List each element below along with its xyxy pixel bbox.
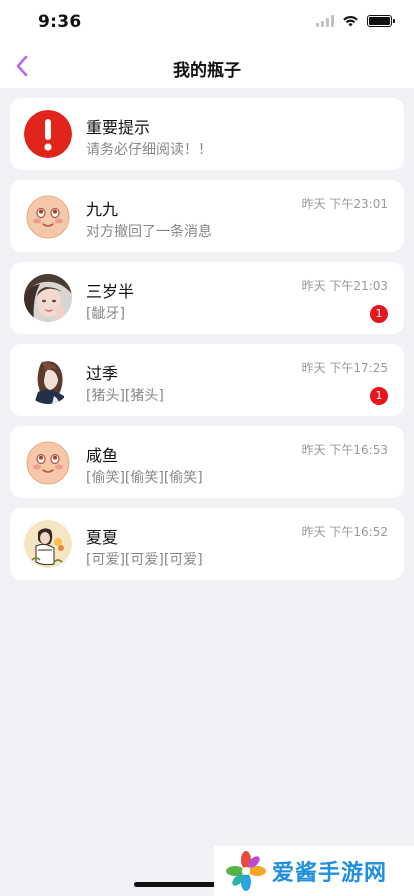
unread-badge: 1 bbox=[370, 387, 388, 405]
girl-photo-avatar bbox=[24, 274, 72, 322]
conversation-item[interactable]: 夏夏 [可爱][可爱][可爱] 昨天 下午16:52 bbox=[10, 508, 404, 580]
conversation-name: 三岁半 bbox=[86, 282, 135, 301]
conversation-preview: [可爱][可爱][可爱] bbox=[86, 552, 203, 568]
pinwheel-logo-icon bbox=[226, 851, 266, 891]
nav-bar: 我的瓶子 bbox=[0, 44, 414, 88]
blush-face-avatar bbox=[24, 192, 72, 240]
wifi-icon bbox=[343, 16, 358, 27]
conversation-time: 昨天 下午16:53 bbox=[301, 443, 388, 457]
conversation-preview: 请务必仔细阅读！！ bbox=[86, 142, 212, 158]
status-icons bbox=[316, 15, 395, 27]
conversation-name: 九九 bbox=[86, 200, 119, 219]
cartoon-girl-avatar bbox=[24, 520, 72, 568]
conversation-time: 昨天 下午23:01 bbox=[301, 197, 388, 211]
unread-badge: 1 bbox=[370, 305, 388, 323]
conversation-item[interactable]: 三岁半 [龇牙] 昨天 下午21:03 1 bbox=[10, 262, 404, 334]
conversation-item[interactable]: 过季 [猪头][猪头] 昨天 下午17:25 1 bbox=[10, 344, 404, 416]
conversation-time: 昨天 下午16:52 bbox=[301, 525, 388, 539]
conversation-item-notice[interactable]: 重要提示 请务必仔细阅读！！ bbox=[10, 98, 404, 170]
blush-face-avatar bbox=[24, 438, 72, 486]
status-bar: 9:36 bbox=[0, 0, 414, 44]
conversation-preview: [龇牙] bbox=[86, 306, 125, 322]
watermark-text: 爱酱手游网 bbox=[272, 861, 388, 886]
conversation-time: 昨天 下午17:25 bbox=[301, 361, 388, 375]
page-title: 我的瓶子 bbox=[173, 61, 241, 81]
alert-icon bbox=[24, 110, 72, 158]
conversation-preview: [猪头][猪头] bbox=[86, 388, 164, 404]
illustrated-girl-avatar bbox=[24, 356, 72, 404]
conversation-time: 昨天 下午21:03 bbox=[301, 279, 388, 293]
conversation-name: 重要提示 bbox=[86, 118, 151, 137]
conversation-preview: 对方撤回了一条消息 bbox=[86, 224, 212, 240]
conversation-name: 咸鱼 bbox=[86, 446, 119, 465]
signal-icon bbox=[316, 15, 334, 27]
conversation-name: 夏夏 bbox=[86, 528, 119, 547]
conversation-item[interactable]: 咸鱼 [偷笑][偷笑][偷笑] 昨天 下午16:53 bbox=[10, 426, 404, 498]
conversation-item[interactable]: 九九 对方撤回了一条消息 昨天 下午23:01 bbox=[10, 180, 404, 252]
conversation-preview: [偷笑][偷笑][偷笑] bbox=[86, 470, 203, 486]
status-time: 9:36 bbox=[38, 12, 82, 32]
conversation-name: 过季 bbox=[86, 364, 119, 383]
watermark: 爱酱手游网 bbox=[214, 846, 414, 896]
conversation-list: 重要提示 请务必仔细阅读！！ 九九 对方撤回了一条消息 昨天 下午23:01 三… bbox=[10, 98, 404, 590]
battery-icon bbox=[367, 15, 395, 27]
